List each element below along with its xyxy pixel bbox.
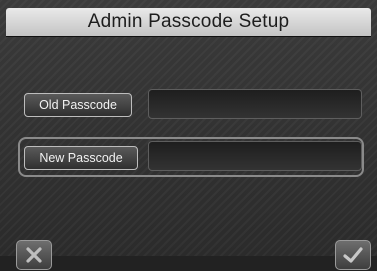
old-passcode-label: Old Passcode: [39, 98, 117, 112]
cancel-button[interactable]: [16, 240, 52, 270]
confirm-button[interactable]: [335, 240, 371, 270]
new-passcode-label: New Passcode: [39, 151, 123, 165]
new-passcode-field[interactable]: [148, 141, 362, 171]
check-icon: [343, 247, 363, 263]
old-passcode-button[interactable]: Old Passcode: [24, 93, 132, 117]
close-icon: [26, 247, 42, 263]
bottom-bar: [0, 256, 377, 271]
old-passcode-field[interactable]: [148, 89, 362, 119]
page-title: Admin Passcode Setup: [87, 11, 290, 32]
title-bar: Admin Passcode Setup: [6, 8, 371, 36]
passcode-setup-screen: Admin Passcode Setup Old Passcode New Pa…: [0, 0, 377, 271]
new-passcode-row: New Passcode: [18, 137, 364, 177]
new-passcode-button[interactable]: New Passcode: [24, 146, 138, 170]
old-passcode-row: Old Passcode: [16, 86, 366, 124]
